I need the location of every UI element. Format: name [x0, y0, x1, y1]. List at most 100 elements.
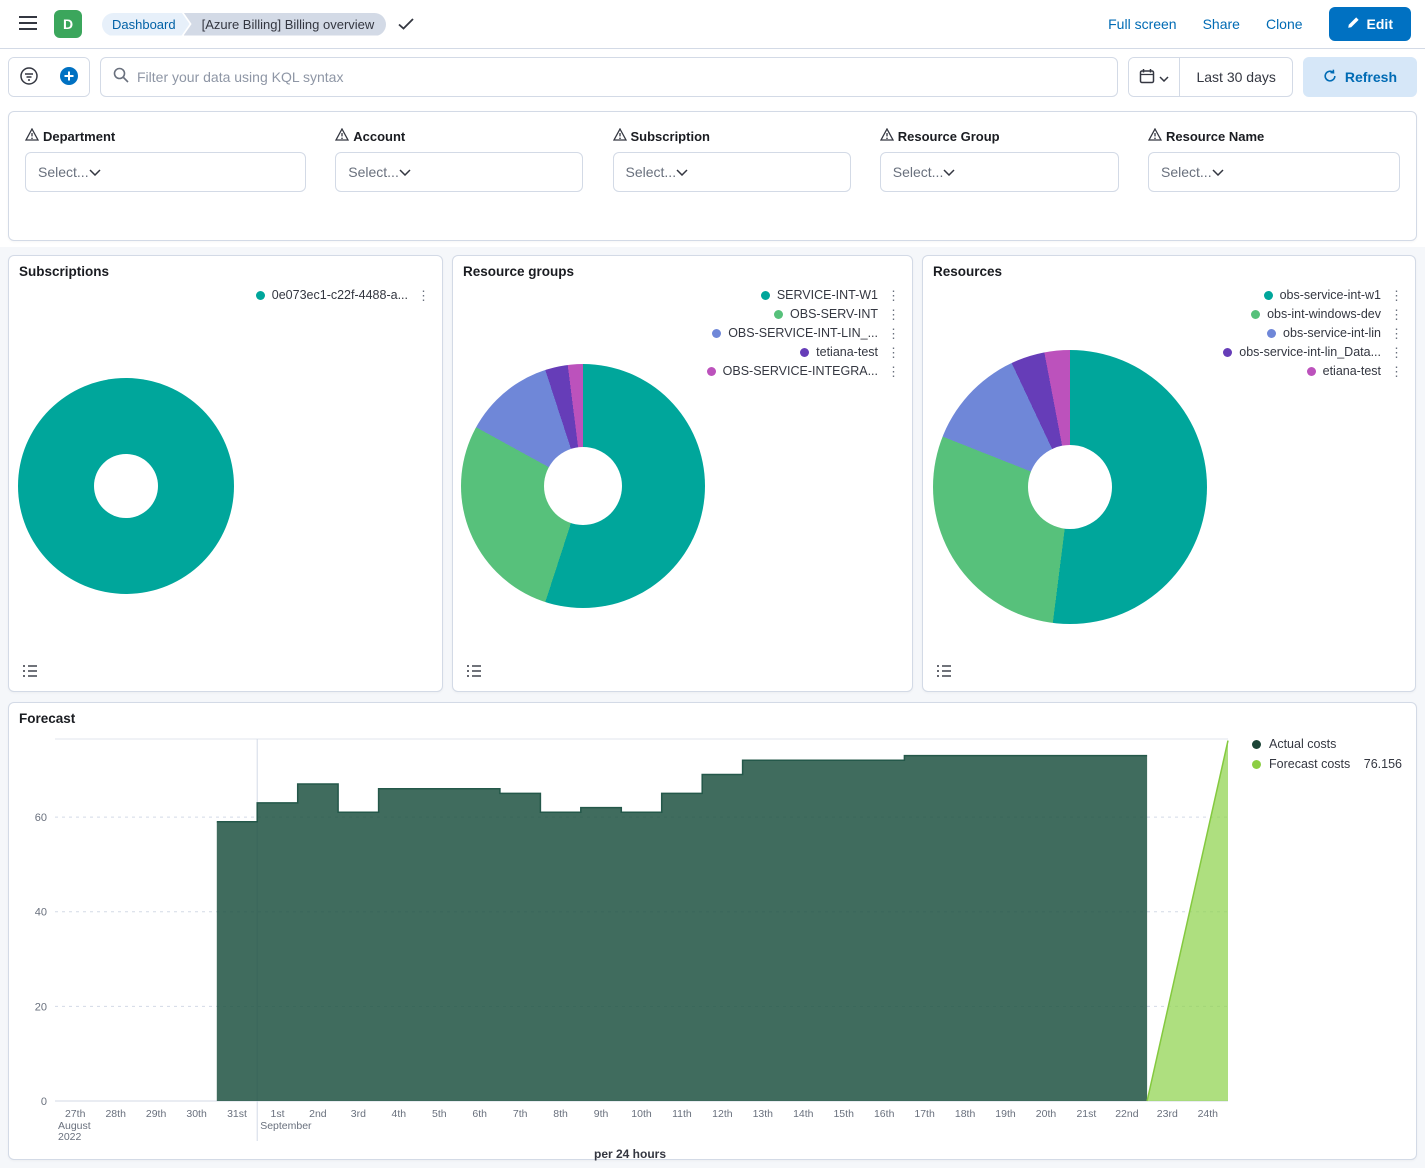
legend-item[interactable]: obs-int-windows-dev⋮ — [1251, 307, 1405, 321]
add-filter-button[interactable] — [49, 58, 89, 96]
control-label: Department — [43, 129, 115, 144]
legend-options-icon[interactable]: ⋮ — [885, 327, 902, 340]
svg-text:9th: 9th — [594, 1108, 609, 1120]
legend-label: obs-service-int-w1 — [1280, 288, 1381, 302]
header-actions: Full screen Share Clone Edit — [1108, 7, 1411, 41]
legend-options-icon[interactable]: ⋮ — [1388, 365, 1405, 378]
kql-search-input[interactable] — [137, 69, 1105, 85]
legend-options-icon[interactable]: ⋮ — [885, 365, 902, 378]
legend-item[interactable]: obs-service-int-lin⋮ — [1267, 326, 1405, 340]
legend-options-icon[interactable]: ⋮ — [885, 346, 902, 359]
legend-options-icon[interactable]: ⋮ — [885, 289, 902, 302]
legend-color-dot — [1251, 310, 1260, 319]
list-icon — [466, 663, 482, 682]
svg-text:29th: 29th — [146, 1108, 167, 1120]
donut-chart[interactable] — [18, 378, 234, 594]
space-avatar[interactable]: D — [54, 10, 82, 38]
select-value: Select... — [1161, 164, 1212, 180]
legend-item[interactable]: Actual costs — [1252, 737, 1402, 751]
legend-options-icon[interactable]: ⋮ — [885, 308, 902, 321]
svg-text:14th: 14th — [793, 1108, 814, 1120]
warning-triangle-icon — [613, 128, 627, 144]
control-label: Resource Name — [1166, 129, 1264, 144]
svg-text:21st: 21st — [1076, 1108, 1096, 1120]
warning-triangle-icon — [1148, 128, 1162, 144]
svg-text:15th: 15th — [833, 1108, 854, 1120]
svg-text:31st: 31st — [227, 1108, 247, 1120]
legend-item[interactable]: tetiana-test ⋮ — [800, 345, 902, 359]
time-range-value[interactable]: Last 30 days — [1180, 69, 1291, 85]
clone-button[interactable]: Clone — [1266, 16, 1303, 32]
legend-options-icon[interactable]: ⋮ — [1388, 327, 1405, 340]
subscription-select[interactable]: Select... — [613, 152, 851, 192]
warning-triangle-icon — [880, 128, 894, 144]
panel-title: Resources — [923, 256, 1415, 287]
edit-button[interactable]: Edit — [1329, 7, 1411, 41]
legend-options-icon[interactable]: ⋮ — [1388, 289, 1405, 302]
department-select[interactable]: Select... — [25, 152, 306, 192]
legend-item[interactable]: obs-service-int-w1 ⋮ — [1264, 288, 1405, 302]
svg-text:11th: 11th — [672, 1108, 692, 1120]
calendar-menu-button[interactable] — [1129, 58, 1180, 96]
svg-text:12th: 12th — [712, 1108, 733, 1120]
legend-item[interactable]: OBS-SERV-INT ⋮ — [774, 307, 902, 321]
account-select[interactable]: Select... — [335, 152, 583, 192]
svg-text:30th: 30th — [186, 1108, 207, 1120]
legend-item[interactable]: Forecast costs76.156 — [1252, 757, 1402, 771]
svg-text:20th: 20th — [1036, 1108, 1057, 1120]
legend-value: 76.156 — [1364, 757, 1402, 771]
legend-item[interactable]: OBS-SERVICE-INTEGRA...⋮ — [707, 364, 902, 378]
legend-label: OBS-SERV-INT — [790, 307, 878, 321]
legend-options-icon[interactable]: ⋮ — [1388, 308, 1405, 321]
svg-text:24th: 24th — [1198, 1108, 1219, 1120]
pie-legend: 0e073ec1-c22f-4488-a... ⋮ — [256, 288, 432, 302]
warning-triangle-icon — [25, 128, 39, 144]
share-button[interactable]: Share — [1203, 16, 1240, 32]
control-account: Account Select... — [335, 128, 583, 192]
date-picker-group: Last 30 days — [1128, 57, 1292, 97]
donut-chart[interactable] — [461, 364, 705, 608]
select-value: Select... — [893, 164, 944, 180]
legend-options-icon[interactable]: ⋮ — [1388, 346, 1405, 359]
forecast-chart-canvas: 020406027th28th29th30th31st1st2nd3rd4th5… — [15, 729, 1245, 1145]
query-bar: Last 30 days Refresh — [8, 57, 1417, 97]
refresh-button-label: Refresh — [1345, 69, 1397, 85]
dashboard-grid: Subscriptions 0e073ec1-c22f-4488-a... ⋮ R… — [0, 247, 1425, 1168]
saved-query-menu-button[interactable] — [9, 58, 49, 96]
legend-toggle-button[interactable] — [933, 661, 955, 683]
select-value: Select... — [38, 164, 89, 180]
saved-check-icon[interactable] — [398, 18, 414, 30]
refresh-button[interactable]: Refresh — [1303, 57, 1417, 97]
plus-circle-icon — [59, 66, 79, 89]
svg-text:23rd: 23rd — [1157, 1108, 1178, 1120]
list-icon — [936, 663, 952, 682]
panel-resource-groups: Resource groups SERVICE-INT-W1⋮OBS-SERV-… — [452, 255, 913, 692]
chevron-down-icon — [1212, 163, 1224, 181]
control-subscription: Subscription Select... — [613, 128, 851, 192]
legend-options-icon[interactable]: ⋮ — [415, 289, 432, 302]
legend-item[interactable]: etiana-test⋮ — [1307, 364, 1405, 378]
legend-item[interactable]: 0e073ec1-c22f-4488-a... ⋮ — [256, 288, 432, 302]
svg-text:1st: 1st — [270, 1108, 284, 1120]
legend-label: tetiana-test — [816, 345, 878, 359]
edit-button-label: Edit — [1367, 16, 1393, 32]
panel-title: Subscriptions — [9, 256, 442, 287]
legend-toggle-button[interactable] — [463, 661, 485, 683]
legend-color-dot — [712, 329, 721, 338]
svg-text:28th: 28th — [105, 1108, 126, 1120]
forecast-chart[interactable]: 020406027th28th29th30th31st1st2nd3rd4th5… — [15, 729, 1245, 1145]
legend-color-dot — [1252, 760, 1261, 769]
full-screen-button[interactable]: Full screen — [1108, 16, 1176, 32]
legend-toggle-button[interactable] — [19, 661, 41, 683]
legend-item[interactable]: SERVICE-INT-W1⋮ — [761, 288, 902, 302]
legend-label: 0e073ec1-c22f-4488-a... — [272, 288, 408, 302]
chevron-down-icon — [1159, 70, 1169, 85]
legend-item[interactable]: OBS-SERVICE-INT-LIN_...⋮ — [712, 326, 902, 340]
donut-chart[interactable] — [933, 350, 1207, 624]
control-label: Account — [353, 129, 405, 144]
menu-hamburger-button[interactable] — [14, 11, 42, 38]
resource-name-select[interactable]: Select... — [1148, 152, 1400, 192]
legend-item[interactable]: obs-service-int-lin_Data...⋮ — [1223, 345, 1405, 359]
breadcrumb-dashboard-link[interactable]: Dashboard — [102, 13, 190, 36]
resource-group-select[interactable]: Select... — [880, 152, 1119, 192]
